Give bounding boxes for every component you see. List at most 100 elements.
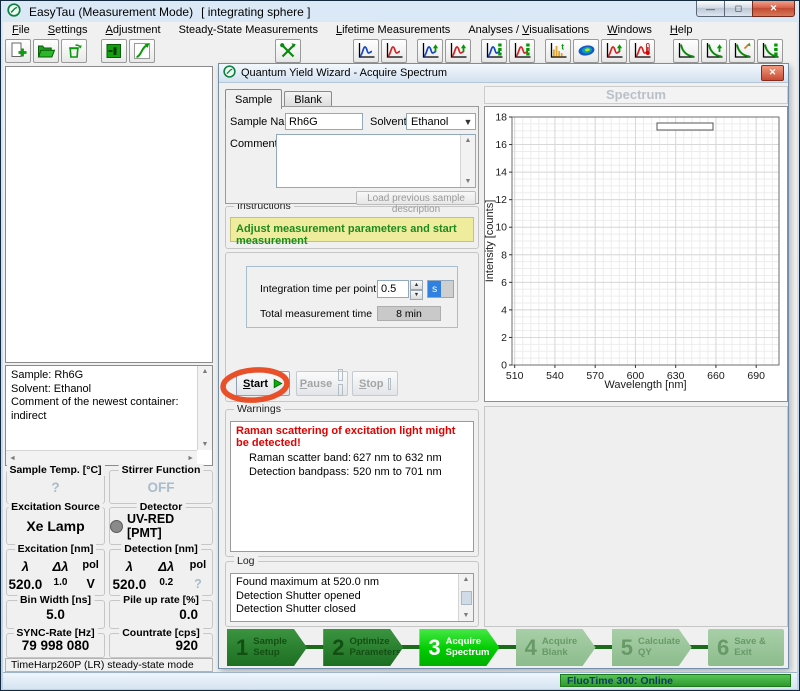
adjustment-icon[interactable] xyxy=(129,38,155,63)
integration-time-input[interactable] xyxy=(377,280,409,298)
svg-text:10: 10 xyxy=(495,222,507,234)
integration-time-spinner[interactable]: ▲ ▼ xyxy=(410,280,423,300)
wizard-step-6[interactable]: 6 Save & Exit xyxy=(707,629,784,666)
new-icon[interactable] xyxy=(5,38,31,63)
wizard-close-button[interactable]: ✕ xyxy=(761,65,784,81)
delete-icon[interactable] xyxy=(61,38,87,63)
svg-text:0: 0 xyxy=(501,360,507,372)
solvent-select[interactable]: Ethanol ▼ xyxy=(406,113,476,130)
wizard-step-5[interactable]: 5 Calculate QY xyxy=(612,629,692,666)
wizard-step-2[interactable]: 2 Optimize Parameters xyxy=(323,629,403,666)
decay-anisotropy-icon[interactable] xyxy=(729,38,755,63)
decay-series-icon[interactable] xyxy=(757,38,783,63)
sample-tab-panel: Sample Name Solvent Ethanol ▼ Comment ▲▼… xyxy=(225,106,479,215)
scroll-up-icon[interactable]: ▲ xyxy=(463,576,470,583)
series-scan-icon[interactable] xyxy=(509,38,535,63)
total-time-label: Total measurement time xyxy=(260,308,373,320)
detection-pol-value: ? xyxy=(194,577,202,591)
pause-button[interactable]: Pause xyxy=(296,368,348,399)
menu-lifetime-measurements[interactable]: Lifetime Measurements xyxy=(327,23,459,37)
log-box: Found maximum at 520.0 nm Detection Shutt… xyxy=(230,573,474,622)
chevron-down-icon: ▼ xyxy=(463,116,473,127)
spin-up-icon[interactable]: ▲ xyxy=(410,280,423,290)
sample-name-input[interactable] xyxy=(285,113,363,130)
tab-sample[interactable]: Sample xyxy=(225,89,283,109)
countrate-panel: Countrate [cps] 920 xyxy=(109,627,213,658)
comment-scrollbar[interactable]: ▲ ▼ xyxy=(460,135,475,187)
menu-settings[interactable]: Settings xyxy=(39,23,97,37)
start-button[interactable]: Start xyxy=(236,371,290,396)
decay-icon[interactable] xyxy=(673,38,699,63)
svg-text:Wavelength [nm]: Wavelength [nm] xyxy=(604,379,686,391)
scroll-up-icon[interactable]: ▲ xyxy=(202,368,209,375)
menu-analyses-visualisations[interactable]: Analyses / Visualisations xyxy=(459,23,598,37)
wizard-step-4[interactable]: 4 Acquire Blank xyxy=(516,629,596,666)
excitation-spectrum-icon[interactable] xyxy=(353,38,379,63)
wizard-title: Quantum Yield Wizard - Acquire Spectrum xyxy=(241,67,448,79)
detector-label: Detector xyxy=(136,501,186,513)
pause-icon xyxy=(337,368,344,399)
info-vscrollbar[interactable]: ▲ ▼ xyxy=(197,366,212,450)
bin-width-label: Bin Width [ns] xyxy=(16,594,95,606)
excitation-source-value: Xe Lamp xyxy=(26,518,85,534)
scroll-right-icon[interactable]: ► xyxy=(187,455,194,462)
container-list[interactable] xyxy=(5,66,213,363)
tres-contour-icon[interactable] xyxy=(573,38,599,63)
detection-wavelength-value: 520.0 xyxy=(112,577,147,592)
wizard-step-1[interactable]: 1 Sample Setup xyxy=(227,629,307,666)
log-scrollbar[interactable]: ▲ ▼ xyxy=(458,574,473,621)
window-titlebar[interactable]: EasyTau (Measurement Mode) [ integrating… xyxy=(1,1,799,22)
menu-help[interactable]: Help xyxy=(661,23,702,37)
synchronous-scan-icon[interactable] xyxy=(481,38,507,63)
emission-spectrum-icon[interactable] xyxy=(381,38,407,63)
excitation-wavelength-value: 520.0 xyxy=(8,577,43,592)
minimize-button[interactable]: — xyxy=(696,1,725,17)
wizard-titlebar[interactable]: Quantum Yield Wizard - Acquire Spectrum … xyxy=(219,64,788,83)
excitation-pol-value: V xyxy=(86,577,95,591)
tools-icon[interactable] xyxy=(275,38,301,63)
spin-down-icon[interactable]: ▼ xyxy=(410,290,423,300)
excitation-label: Excitation [nm] xyxy=(14,543,97,555)
instructions-group: Instructions Adjust measurement paramete… xyxy=(225,200,479,249)
stop-button[interactable]: Stop xyxy=(352,371,398,396)
sample-temp-panel: Sample Temp. [°C] ? xyxy=(6,464,105,504)
svg-text:4: 4 xyxy=(501,304,507,316)
sync-rate-label: SYNC-Rate [Hz] xyxy=(13,627,98,639)
parameters-box: Integration time per point ▲▼ s Total me… xyxy=(246,266,458,328)
scroll-down-icon[interactable]: ▼ xyxy=(202,441,209,448)
scroll-down-icon[interactable]: ▼ xyxy=(465,178,472,185)
svg-text:t: t xyxy=(561,41,564,51)
countrate-value: 920 xyxy=(175,638,198,653)
svg-text:16: 16 xyxy=(495,139,507,151)
wizard-step-3[interactable]: 3 Acquire Spectrum xyxy=(419,629,499,666)
open-icon[interactable] xyxy=(33,38,59,63)
detection-label: Detection [nm] xyxy=(121,543,201,555)
decay-scan-icon[interactable] xyxy=(701,38,727,63)
warning-line: Raman scatter band: 627 nm to 632 nm xyxy=(249,452,442,464)
import-icon[interactable] xyxy=(101,38,127,63)
info-hscrollbar[interactable]: ◄ ► xyxy=(6,450,197,465)
close-button[interactable]: ✕ xyxy=(752,1,795,17)
load-previous-sample-button[interactable]: Load previous sample description xyxy=(356,191,476,215)
temperature-scan-icon[interactable] xyxy=(601,38,627,63)
menu-windows[interactable]: Windows xyxy=(598,23,661,37)
excitation-scan-icon[interactable] xyxy=(417,38,443,63)
menu-adjustment[interactable]: Adjustment xyxy=(97,23,170,37)
menu-steady-state-measurements[interactable]: Steady-State Measurements xyxy=(170,23,327,37)
scroll-left-icon[interactable]: ◄ xyxy=(9,455,16,462)
detector-value: UV-RED [PMT] xyxy=(126,512,175,540)
svg-text:Intensity [counts]: Intensity [counts] xyxy=(485,200,496,283)
scroll-up-icon[interactable]: ▲ xyxy=(465,137,472,144)
scrollbar-thumb[interactable] xyxy=(460,590,472,605)
sample-temp-label: Sample Temp. [°C] xyxy=(6,464,105,476)
time-trace-icon[interactable]: t xyxy=(545,38,571,63)
integration-unit-select[interactable]: s xyxy=(427,280,454,298)
comment-input[interactable]: ▲ ▼ xyxy=(276,134,476,188)
scroll-down-icon[interactable]: ▼ xyxy=(463,612,470,619)
excitation-bandwidth-value: 1.0 xyxy=(53,577,68,588)
emission-scan-icon[interactable] xyxy=(445,38,471,63)
warning-line: Detection bandpass: 520 nm to 701 nm xyxy=(249,466,442,478)
maximize-button[interactable]: ◻ xyxy=(725,1,752,17)
menu-file[interactable]: File xyxy=(3,23,39,37)
anisotropy-scan-icon[interactable] xyxy=(629,38,655,63)
